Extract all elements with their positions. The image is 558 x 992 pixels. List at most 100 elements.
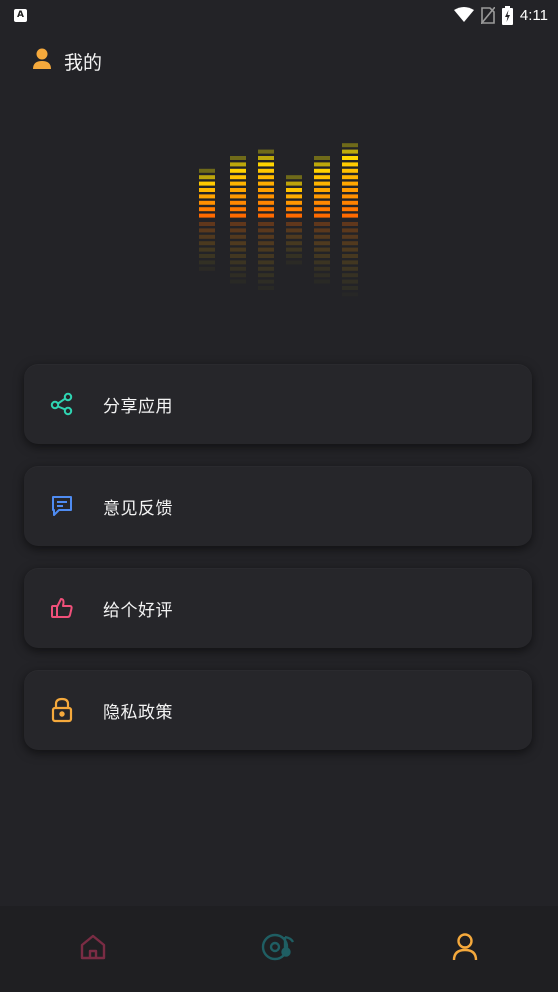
equalizer-reflection-segment [314, 280, 330, 284]
equalizer-segment [342, 156, 358, 160]
equalizer-segment [314, 175, 330, 180]
equalizer-reflection-segment [230, 222, 246, 226]
equalizer-reflection-segment [230, 273, 246, 278]
equalizer-reflection-segment [342, 279, 358, 284]
equalizer-segment [199, 175, 215, 180]
menu-item-label: 分享应用 [103, 396, 173, 417]
privacy-policy-button[interactable]: 隐私政策 [24, 670, 532, 750]
equalizer-reflection-segment [286, 260, 302, 265]
equalizer-reflection-segment [258, 228, 274, 233]
equalizer-segment [342, 149, 358, 154]
equalizer-reflection-segment [342, 247, 358, 252]
nav-music-tab[interactable] [186, 906, 372, 992]
equalizer-reflection-segment [342, 228, 358, 233]
home-icon [79, 933, 107, 965]
equalizer-reflection-segment [199, 222, 215, 226]
equalizer-reflection-segment [230, 260, 246, 265]
equalizer-reflection-segment [342, 254, 358, 258]
nav-profile-tab[interactable] [372, 906, 558, 992]
menu-list: 分享应用 意见反馈 给个好评 隐私政策 [24, 364, 532, 772]
equalizer-segment [258, 181, 274, 186]
equalizer-segment [342, 168, 358, 173]
equalizer-segment [258, 194, 274, 199]
equalizer-reflection-segment [230, 280, 246, 284]
equalizer-bar [342, 143, 358, 296]
user-icon [451, 932, 479, 966]
equalizer-reflection-segment [342, 286, 358, 290]
equalizer-segment [286, 200, 302, 205]
profile-screen: A 4:11 我的 分享应用 意见反馈 给个好评 隐私政策 [0, 0, 558, 992]
equalizer-segment [286, 213, 302, 218]
equalizer-reflection-segment [258, 266, 274, 271]
nav-home-tab[interactable] [0, 906, 186, 992]
menu-item-label: 给个好评 [103, 600, 173, 621]
equalizer-segment [314, 156, 330, 160]
equalizer-reflection-segment [258, 222, 274, 226]
equalizer-reflection-segment [342, 234, 358, 239]
equalizer-segment [286, 175, 302, 180]
equalizer-segment [314, 168, 330, 173]
equalizer-segment [286, 207, 302, 212]
equalizer-segment [286, 194, 302, 199]
rate-app-button[interactable]: 给个好评 [24, 568, 532, 648]
equalizer-segment [314, 213, 330, 218]
equalizer-reflection-segment [286, 247, 302, 252]
equalizer-segment [342, 207, 358, 212]
equalizer-segment [314, 188, 330, 192]
share-app-button[interactable]: 分享应用 [24, 364, 532, 444]
equalizer-segment [230, 156, 246, 160]
equalizer-graphic [199, 143, 358, 296]
equalizer-reflection-segment [258, 260, 274, 265]
equalizer-reflection-segment [199, 241, 215, 246]
equalizer-bar [199, 168, 215, 271]
equalizer-segment [230, 162, 246, 167]
equalizer-reflection-segment [342, 260, 358, 265]
lock-icon [49, 697, 75, 723]
equalizer-reflection-segment [199, 266, 215, 271]
equalizer-segment [342, 162, 358, 167]
equalizer-segment [258, 168, 274, 173]
equalizer-segment [258, 207, 274, 212]
equalizer-segment [230, 194, 246, 199]
equalizer-reflection-segment [230, 254, 246, 258]
bottom-navigation [0, 906, 558, 992]
equalizer-reflection-segment [342, 241, 358, 246]
equalizer-segment [342, 188, 358, 192]
equalizer-reflection-segment [230, 228, 246, 233]
equalizer-reflection-segment [286, 228, 302, 233]
menu-item-label: 隐私政策 [103, 702, 173, 723]
equalizer-segment [230, 207, 246, 212]
music-disc-icon [261, 932, 297, 966]
feedback-icon [49, 493, 75, 519]
equalizer-segment [314, 194, 330, 199]
equalizer-reflection-segment [314, 266, 330, 271]
equalizer-segment [314, 200, 330, 205]
equalizer-segment [258, 175, 274, 180]
equalizer-reflection-segment [342, 222, 358, 226]
equalizer-segment [230, 213, 246, 218]
equalizer-segment [258, 200, 274, 205]
equalizer-segment [286, 188, 302, 192]
equalizer-reflection-segment [258, 234, 274, 239]
equalizer-segment [199, 181, 215, 186]
equalizer-segment [258, 213, 274, 218]
equalizer-reflection-segment [230, 247, 246, 252]
equalizer-reflection-segment [230, 234, 246, 239]
equalizer-reflection-segment [230, 266, 246, 271]
equalizer-segment [230, 175, 246, 180]
equalizer-reflection-segment [199, 228, 215, 233]
equalizer-reflection-segment [314, 228, 330, 233]
equalizer-reflection-segment [314, 273, 330, 278]
equalizer-segment [199, 213, 215, 218]
feedback-button[interactable]: 意见反馈 [24, 466, 532, 546]
equalizer-reflection-segment [258, 279, 274, 284]
equalizer-reflection-segment [286, 254, 302, 258]
equalizer-segment [199, 168, 215, 173]
equalizer-segment [199, 207, 215, 212]
equalizer-reflection-segment [314, 234, 330, 239]
equalizer-segment [258, 188, 274, 192]
equalizer-segment [258, 162, 274, 167]
equalizer-segment [342, 175, 358, 180]
equalizer-segment [314, 207, 330, 212]
equalizer-reflection-segment [342, 292, 358, 296]
